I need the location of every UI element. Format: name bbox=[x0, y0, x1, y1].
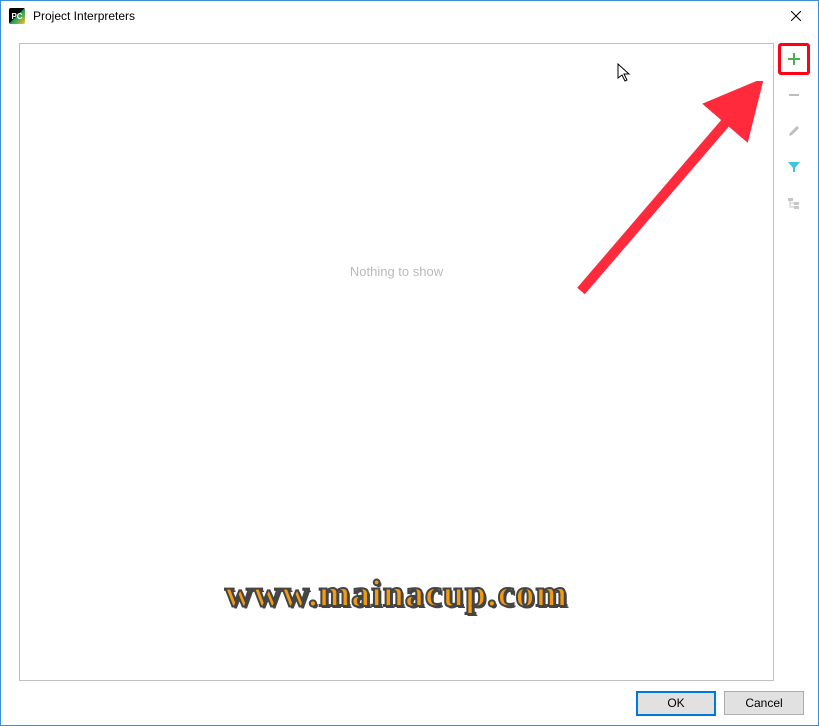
add-button[interactable] bbox=[778, 43, 810, 75]
titlebar: PC Project Interpreters bbox=[1, 1, 818, 31]
filter-icon bbox=[787, 160, 801, 174]
app-icon: PC bbox=[9, 8, 25, 24]
ok-button[interactable]: OK bbox=[636, 691, 716, 716]
cancel-button[interactable]: Cancel bbox=[724, 691, 804, 715]
filter-button[interactable] bbox=[778, 151, 810, 183]
empty-message: Nothing to show bbox=[350, 264, 443, 279]
paths-button[interactable] bbox=[778, 187, 810, 219]
interpreter-list-panel: Nothing to show www.mainacup.com bbox=[19, 43, 774, 681]
edit-button[interactable] bbox=[778, 115, 810, 147]
bottom-bar: OK Cancel bbox=[1, 681, 818, 725]
folder-tree-icon bbox=[787, 196, 801, 210]
side-toolbar bbox=[778, 43, 810, 219]
close-button[interactable] bbox=[773, 1, 818, 31]
plus-icon bbox=[787, 52, 801, 66]
watermark-text: www.mainacup.com bbox=[225, 572, 568, 616]
minus-icon bbox=[787, 88, 801, 102]
remove-button[interactable] bbox=[778, 79, 810, 111]
window-title: Project Interpreters bbox=[33, 9, 135, 23]
close-icon bbox=[791, 11, 801, 21]
pencil-icon bbox=[787, 124, 801, 138]
